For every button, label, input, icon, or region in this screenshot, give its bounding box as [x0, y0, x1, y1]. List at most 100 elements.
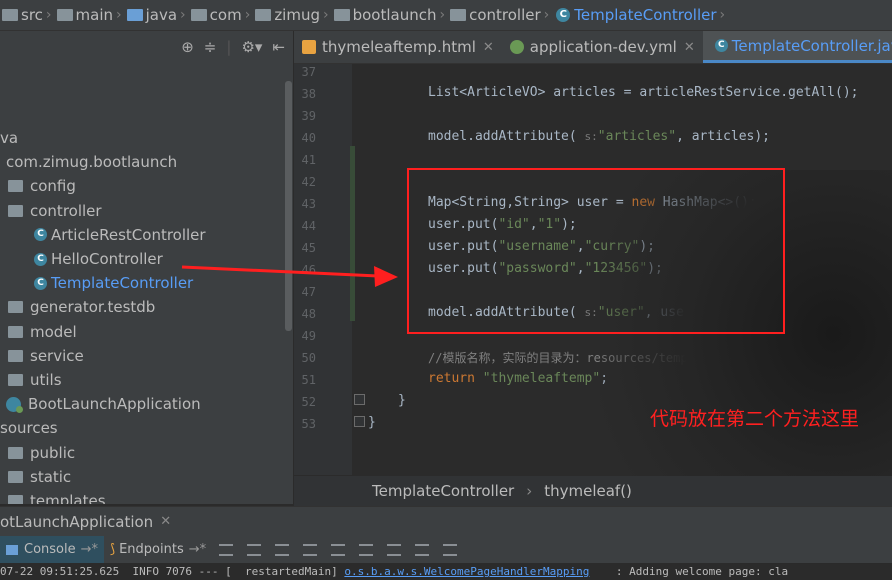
- class-icon: C: [34, 276, 47, 290]
- crumb-bootlaunch[interactable]: bootlaunch: [332, 6, 437, 24]
- package-icon: [190, 9, 207, 21]
- tree-item-article-rest-controller[interactable]: C ArticleRestController: [0, 223, 285, 247]
- close-icon[interactable]: ✕: [160, 514, 171, 529]
- package-icon: [8, 349, 23, 362]
- folder-icon: [8, 446, 23, 459]
- locate-icon[interactable]: ⊕: [181, 38, 194, 56]
- crumb-com[interactable]: com: [189, 6, 242, 24]
- tree-item-generator-testdb[interactable]: generator.testdb: [0, 295, 285, 319]
- tree-item-utils[interactable]: utils: [0, 368, 285, 392]
- close-icon[interactable]: ✕: [684, 40, 695, 55]
- editor-breadcrumb: TemplateController › thymeleaf(): [294, 476, 892, 506]
- folder-icon: [2, 9, 18, 21]
- yml-file-icon: [509, 40, 524, 54]
- chevron-right-icon: ›: [116, 7, 122, 23]
- package-icon: [8, 373, 23, 386]
- line-number: 40: [301, 131, 316, 145]
- project-toolbar: ⊕ ≑ | ⚙▾ ⇤: [0, 31, 293, 63]
- close-icon[interactable]: ✕: [483, 40, 494, 55]
- tab-application-dev-yml[interactable]: application-dev.yml ✕: [502, 31, 703, 63]
- tab-console[interactable]: Console →*: [0, 536, 105, 563]
- vcs-change-marker: [350, 146, 355, 321]
- folder-icon: [56, 9, 73, 21]
- crumb-main[interactable]: main: [55, 6, 113, 24]
- package-icon: [8, 325, 23, 338]
- tree-item-controller[interactable]: controller: [0, 199, 285, 223]
- hide-panel-icon[interactable]: ⇤: [272, 38, 285, 56]
- tab-endpoints[interactable]: ⟆ Endpoints →*: [104, 536, 212, 563]
- chevron-right-icon: ›: [543, 7, 550, 23]
- line-number: 45: [301, 241, 316, 255]
- package-icon: [8, 301, 23, 314]
- editor-tab-bar: thymeleaftemp.html ✕ application-dev.yml…: [294, 31, 892, 64]
- crumb-zimug[interactable]: zimug: [253, 6, 320, 24]
- tree-item-boot-launch-application[interactable]: BootLaunchApplication: [0, 392, 285, 416]
- tree-item-public[interactable]: public: [0, 440, 285, 464]
- line-number: 53: [301, 417, 316, 431]
- pin-arrow-icon: →*: [188, 542, 207, 557]
- tree-item-templates[interactable]: templates: [0, 489, 285, 504]
- restore-layout-icon[interactable]: [219, 543, 234, 556]
- code-line-50: //模版名称，实际的目录为：resources/templates/thymel…: [428, 351, 861, 365]
- package-icon: [255, 9, 272, 21]
- print-icon[interactable]: [359, 543, 374, 556]
- tree-item-package-root[interactable]: com.zimug.bootlaunch: [0, 150, 285, 174]
- tree-item-java[interactable]: va: [0, 126, 285, 150]
- collapse-all-icon[interactable]: ≑: [204, 38, 217, 56]
- line-number: 43: [301, 197, 316, 211]
- code-line-53: }: [368, 415, 376, 430]
- settings-icon[interactable]: [443, 543, 458, 556]
- navigation-bar: src › main › java › com › zimug › bootla…: [0, 0, 892, 31]
- project-scrollbar[interactable]: [285, 81, 292, 331]
- red-arrow-icon: [181, 265, 398, 287]
- soft-wrap-icon[interactable]: [303, 543, 318, 556]
- tree-item-resources[interactable]: sources: [0, 416, 285, 440]
- line-number: 49: [301, 329, 316, 343]
- line-number: 48: [301, 307, 316, 321]
- spring-boot-app-icon: [6, 396, 23, 413]
- crumb-java[interactable]: java: [125, 6, 177, 24]
- chevron-right-icon: ›: [439, 7, 446, 23]
- highlight-box: [407, 168, 785, 334]
- crumb-class[interactable]: TemplateController: [372, 482, 514, 500]
- chevron-right-icon: ›: [180, 7, 186, 23]
- scroll-to-end-icon[interactable]: [331, 543, 346, 556]
- tree-item-service[interactable]: service: [0, 344, 285, 368]
- tree-item-model[interactable]: model: [0, 320, 285, 344]
- chevron-right-icon: ›: [45, 7, 52, 23]
- console-icon: [6, 544, 18, 555]
- chevron-right-icon: ›: [526, 482, 533, 500]
- toolbar-separator: |: [226, 38, 232, 56]
- line-number: 39: [301, 109, 316, 123]
- class-icon: C: [556, 8, 571, 22]
- package-icon: [450, 9, 467, 21]
- code-line-52: }: [398, 393, 406, 408]
- tab-thymeleaftemp-html[interactable]: thymeleaftemp.html ✕: [294, 31, 502, 63]
- layout-icon[interactable]: [415, 543, 430, 556]
- clear-all-icon[interactable]: [387, 543, 402, 556]
- fold-icon[interactable]: [354, 394, 365, 405]
- code-line-51: return "thymeleaftemp";: [428, 371, 609, 386]
- package-icon: [8, 204, 23, 217]
- code-line-38: List<ArticleVO> articles = articleRestSe…: [428, 85, 859, 100]
- tab-template-controller-java[interactable]: C TemplateController.java ✕: [702, 31, 892, 63]
- tree-item-config[interactable]: config: [0, 174, 285, 198]
- package-icon: [8, 180, 23, 193]
- run-panel-header: otLaunchApplication ✕: [0, 506, 892, 536]
- package-icon: [333, 9, 350, 21]
- scroll-up-icon[interactable]: [247, 543, 262, 556]
- tree-item-static[interactable]: static: [0, 465, 285, 489]
- project-tree: va com.zimug.bootlaunch config controlle…: [0, 126, 285, 504]
- scroll-down-icon[interactable]: [275, 543, 290, 556]
- class-icon: C: [34, 228, 47, 242]
- gear-icon[interactable]: ⚙▾: [241, 38, 262, 56]
- crumb-method[interactable]: thymeleaf(): [544, 482, 632, 500]
- run-config-tab[interactable]: otLaunchApplication ✕: [0, 513, 171, 531]
- chevron-right-icon: ›: [244, 7, 251, 23]
- source-folder-icon: [126, 9, 143, 21]
- fold-icon[interactable]: [354, 416, 365, 427]
- crumb-controller[interactable]: controller: [448, 6, 541, 24]
- run-panel-toolbar: Console →* ⟆ Endpoints →*: [0, 536, 892, 563]
- crumb-src[interactable]: src: [0, 6, 43, 24]
- crumb-template-controller[interactable]: C TemplateController: [552, 6, 717, 24]
